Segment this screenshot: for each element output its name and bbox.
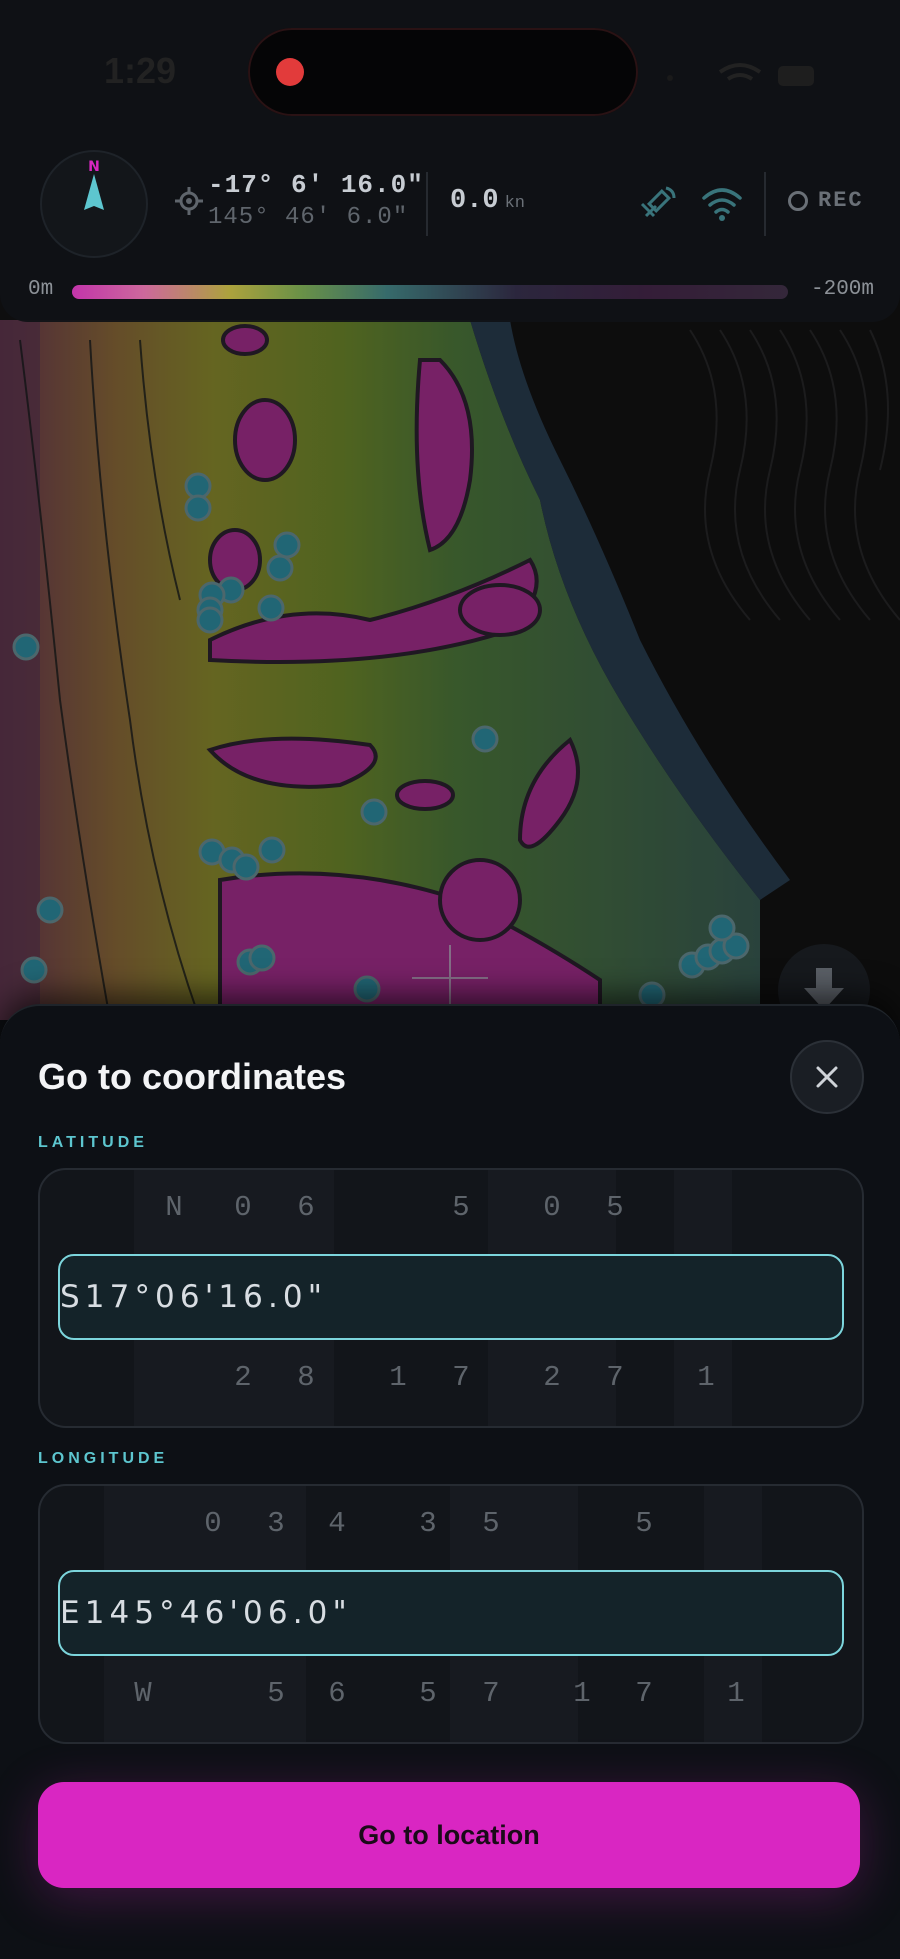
minute-symbol: ' [229,1595,238,1631]
wifi-icon [702,188,742,221]
depth-min-label: 0m [28,278,54,301]
signal-icon [667,75,673,81]
picker-row-above: N 0 6 5 0 5 [40,1178,862,1238]
sheet-title: Go to coordinates [38,1056,347,1097]
picker-digit[interactable]: 0 [308,1595,328,1631]
picker-digit[interactable]: 4 [110,1595,130,1631]
degree-symbol: ° [134,1279,150,1315]
picker-digit[interactable]: 7 [595,1348,635,1408]
decimal-point: . [267,1279,278,1315]
degree-symbol: ° [159,1595,175,1631]
picker-digit[interactable]: 0 [155,1279,175,1315]
longitude-hemisphere[interactable]: E [60,1595,80,1631]
current-longitude: 145° 46' 6.0" [208,204,409,231]
close-button[interactable] [790,1040,864,1114]
picker-row-below: 2 8 1 7 2 7 1 [40,1348,862,1408]
second-symbol: " [307,1279,323,1315]
picker-digit[interactable]: 7 [441,1348,481,1408]
go-to-location-button[interactable]: Go to location [38,1782,860,1888]
picker-digit[interactable]: 3 [256,1494,296,1554]
compass-button[interactable]: N [40,150,148,258]
picker-digit[interactable]: 0 [223,1178,263,1238]
picker-digit[interactable]: N [154,1178,194,1238]
latitude-label: LATITUDE [38,1134,148,1151]
picker-digit[interactable]: 2 [532,1348,572,1408]
picker-row-below: W 5 6 5 7 1 7 1 [40,1664,862,1724]
picker-digit[interactable]: 0 [283,1279,303,1315]
longitude-picker[interactable]: 0 3 4 3 5 5 E 1 4 5 ° 4 6 ' 0 6 . 0 " W … [38,1484,864,1744]
picker-digit[interactable]: 0 [243,1595,263,1631]
speed-readout: 0.0 kn [450,186,525,216]
picker-digit[interactable]: 6 [243,1279,263,1315]
picker-digit[interactable]: 5 [441,1178,481,1238]
depth-scale-bar [72,285,788,299]
status-time: 1:29 [104,50,177,91]
speed-value: 0.0 [450,186,499,216]
record-button[interactable]: REC [788,188,864,213]
recording-indicator-icon [276,58,304,86]
picker-digit[interactable]: 6 [205,1595,225,1631]
picker-digit[interactable]: W [123,1664,163,1724]
picker-digit[interactable]: 5 [408,1664,448,1724]
picker-digit[interactable]: 5 [624,1494,664,1554]
picker-digit[interactable]: 6 [268,1595,288,1631]
satellite-icon [640,186,676,218]
latitude-hemisphere[interactable]: S [60,1279,80,1315]
picker-digit[interactable]: 7 [624,1664,664,1724]
latitude-picker[interactable]: N 0 6 5 0 5 S 1 7 ° 0 6 ' 1 6 . 0 " 2 8 … [38,1168,864,1428]
picker-digit[interactable]: 1 [716,1664,756,1724]
picker-digit[interactable]: 3 [408,1494,448,1554]
speed-unit: kn [504,194,526,213]
picker-digit[interactable]: 6 [317,1664,357,1724]
svg-text:N: N [88,159,100,175]
picker-digit[interactable]: 7 [471,1664,511,1724]
picker-digit[interactable]: 7 [110,1279,130,1315]
current-latitude: -17° 6' 16.0" [208,170,424,200]
picker-digit[interactable]: 5 [471,1494,511,1554]
latitude-selected-row[interactable]: S 1 7 ° 0 6 ' 1 6 . 0 " [58,1254,844,1340]
record-icon [788,190,808,211]
close-icon [816,1066,838,1088]
picker-digit[interactable]: 0 [532,1178,572,1238]
divider [764,172,766,236]
divider [426,172,428,236]
status-icons [660,58,860,102]
minute-symbol: ' [204,1279,214,1315]
compass-icon: N [84,159,104,210]
longitude-label: LONGITUDE [38,1450,169,1467]
picker-digit[interactable]: 6 [180,1279,200,1315]
picker-digit[interactable]: 1 [378,1348,418,1408]
current-coordinates: -17° 6' 16.0" 145° 46' 6.0" [208,170,424,231]
decimal-point: . [292,1595,303,1631]
picker-digit[interactable]: 4 [317,1494,357,1554]
picker-digit[interactable]: 5 [134,1595,154,1631]
picker-row-above: 0 3 4 3 5 5 [40,1494,862,1554]
second-symbol: " [332,1595,347,1631]
top-hud: 1:29 N -17° 6' 16.0" 145° 46' 6.0" 0.0 kn [0,0,900,322]
go-to-coordinates-sheet: Go to coordinates LATITUDE N 0 6 5 0 5 S… [0,1004,900,1959]
picker-digit[interactable]: 1 [218,1279,238,1315]
longitude-selected-row[interactable]: E 1 4 5 ° 4 6 ' 0 6 . 0 " [58,1570,844,1656]
picker-digit[interactable]: 0 [193,1494,233,1554]
picker-digit[interactable]: 1 [686,1348,726,1408]
picker-digit[interactable]: 6 [286,1178,326,1238]
picker-digit[interactable]: 5 [595,1178,635,1238]
depth-max-label: -200m [810,278,874,301]
picker-digit[interactable]: 8 [286,1348,326,1408]
dynamic-island [248,28,638,116]
location-target-icon [175,187,203,215]
rec-label: REC [818,188,864,213]
picker-digit[interactable]: 1 [85,1279,105,1315]
wifi-status-icon [718,63,762,74]
picker-digit[interactable]: 1 [562,1664,602,1724]
battery-icon [778,66,814,86]
picker-digit[interactable]: 1 [85,1595,105,1631]
picker-digit[interactable]: 2 [223,1348,263,1408]
picker-digit[interactable]: 4 [180,1595,200,1631]
picker-digit[interactable]: 5 [256,1664,296,1724]
